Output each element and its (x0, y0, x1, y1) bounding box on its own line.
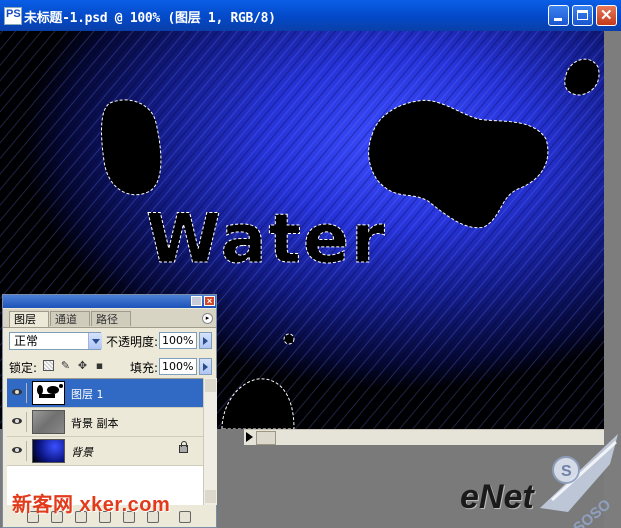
scroll-right-arrow-icon[interactable] (246, 432, 253, 442)
document-title: 未标题-1.psd @ 100% (图层 1, RGB/8) (24, 11, 276, 26)
lock-transparency-icon[interactable] (43, 360, 54, 371)
maximize-button[interactable] (572, 5, 593, 26)
lock-position-move-icon[interactable]: ✥ (77, 360, 88, 371)
fill-field[interactable]: 100% (159, 358, 197, 375)
visibility-eye-icon[interactable] (9, 383, 27, 403)
blend-mode-value: 正常 (14, 334, 39, 348)
lock-label: 锁定: (9, 361, 38, 375)
visibility-eye-icon[interactable] (9, 412, 27, 432)
opacity-field[interactable]: 100% (159, 332, 197, 349)
scroll-up-arrow-icon[interactable] (205, 379, 216, 392)
layer-row-layer1[interactable]: 图层 1 (7, 379, 203, 408)
layer-thumbnail-preview (33, 382, 64, 404)
panel-close-button[interactable]: × (204, 296, 215, 306)
layer-thumbnail (32, 439, 65, 463)
badge-s-glyph: S (561, 463, 572, 480)
lock-pixels-brush-icon[interactable]: ✎ (60, 360, 71, 371)
panel-menu-icon[interactable]: ▸ (202, 313, 213, 324)
opacity-label: 不透明度: (106, 335, 159, 349)
chevron-down-icon[interactable] (88, 333, 102, 349)
blend-mode-select[interactable]: 正常 (9, 332, 102, 350)
chevron-right-icon (203, 337, 208, 345)
layer-name: 背景 (71, 446, 93, 459)
layers-vertical-scrollbar[interactable] (203, 378, 217, 505)
chevron-right-icon (203, 363, 208, 371)
opacity-slider-button[interactable] (199, 332, 212, 349)
panel-minimize-button[interactable] (191, 296, 202, 306)
watermark-badge-logo: S SOSO (540, 434, 618, 528)
layer-name: 背景 副本 (71, 417, 119, 430)
minimize-icon (554, 18, 562, 21)
fill-slider-button[interactable] (199, 358, 212, 375)
watermark-enet-logo: eNet (460, 478, 534, 516)
minimize-button[interactable] (548, 5, 569, 26)
lock-icon (179, 441, 188, 453)
trash-icon[interactable] (179, 511, 191, 523)
layer-thumbnail (32, 381, 65, 405)
close-icon: ✕ (600, 7, 613, 24)
panel-header[interactable]: × (3, 295, 216, 308)
maximize-icon (577, 10, 588, 20)
tab-paths[interactable]: 路径 (91, 311, 131, 326)
layer-name: 图层 1 (71, 388, 104, 401)
title-bar: PS 未标题-1.psd @ 100% (图层 1, RGB/8) ✕ (0, 0, 621, 31)
layer-row-background[interactable]: 背景 (7, 437, 203, 466)
scroll-down-arrow-icon[interactable] (205, 490, 216, 503)
visibility-eye-icon[interactable] (9, 441, 27, 461)
watermark-xker: 新客网 xker.com (12, 494, 171, 516)
close-button[interactable]: ✕ (596, 5, 617, 26)
lock-all-padlock-icon[interactable]: ▪ (94, 360, 105, 371)
panel-tabs: 图层 通道 路径 ▸ (3, 309, 216, 328)
photoshop-document-icon: PS (4, 7, 22, 25)
scroll-thumb[interactable] (256, 431, 276, 445)
tab-channels[interactable]: 通道 (50, 311, 90, 326)
layer-row-background-copy[interactable]: 背景 副本 (7, 408, 203, 437)
layers-list: 图层 1 背景 副本 背景 (7, 378, 203, 506)
layer-thumbnail (32, 410, 65, 434)
tab-layers[interactable]: 图层 (9, 311, 49, 327)
fill-label: 填充: (130, 361, 159, 375)
water-text-selection: Water (146, 200, 387, 279)
